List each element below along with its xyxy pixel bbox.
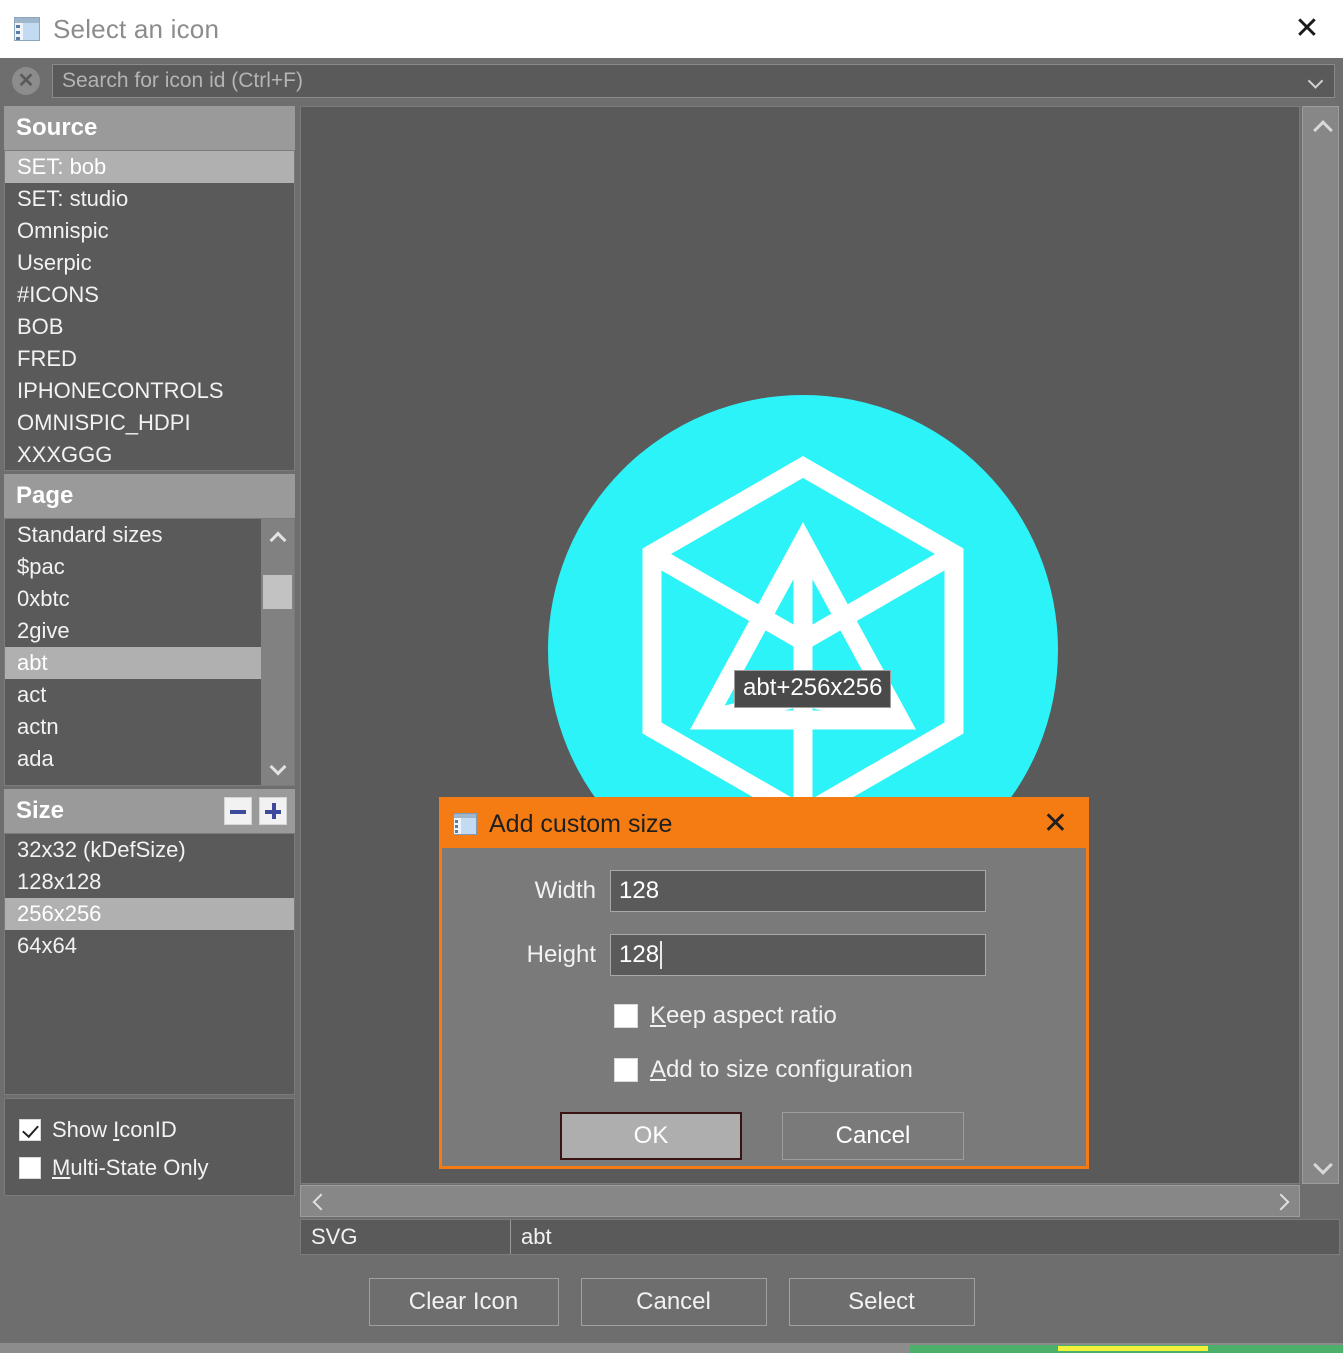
chevron-left-icon[interactable] — [301, 1186, 335, 1216]
page-panel-header: Page — [4, 474, 295, 518]
page-item-3[interactable]: 2give — [5, 615, 261, 647]
clear-icon-button[interactable]: Clear Icon — [368, 1278, 559, 1326]
dialog-cancel-button[interactable]: Cancel — [782, 1112, 964, 1160]
icon-id-label: abt+256x256 — [734, 670, 892, 708]
chevron-right-icon[interactable] — [1265, 1186, 1299, 1216]
height-input[interactable]: 128 — [610, 934, 986, 976]
page-item-1[interactable]: $pac — [5, 551, 261, 583]
source-panel-header: Source — [4, 106, 295, 150]
page-item-5[interactable]: act — [5, 679, 261, 711]
yellow-strip — [1058, 1346, 1208, 1351]
search-placeholder: Search for icon id (Ctrl+F) — [62, 69, 303, 92]
options-panel: Show IconID Multi-State Only — [4, 1098, 295, 1196]
window-bottom-edge — [0, 1343, 1343, 1353]
minus-icon[interactable] — [224, 797, 252, 825]
chevron-up-icon[interactable] — [1303, 107, 1338, 143]
preview-horizontal-scrollbar[interactable] — [300, 1185, 1300, 1217]
add-custom-size-dialog: Add custom size ✕ Width 128 Height 128 K… — [439, 797, 1089, 1169]
checkbox-box[interactable] — [614, 1004, 638, 1028]
left-panel: Source SET: bob SET: studio Omnispic Userpi… — [4, 106, 295, 1250]
size-item-3[interactable]: 64x64 — [5, 930, 294, 962]
source-item-9[interactable]: XXXGGG — [5, 439, 294, 470]
size-panel-header: Size — [4, 789, 295, 833]
source-header-label: Source — [16, 114, 98, 141]
size-item-0[interactable]: 32x32 (kDefSize) — [5, 834, 294, 866]
source-item-3[interactable]: Userpic — [5, 247, 294, 279]
source-list[interactable]: SET: bob SET: studio Omnispic Userpic #ICONS… — [4, 150, 295, 471]
chevron-down-icon[interactable] — [1303, 1147, 1338, 1183]
clear-search-icon[interactable]: ✕ — [12, 67, 40, 95]
page-title: Select an icon — [53, 13, 220, 44]
search-bar: ✕ Search for icon id (Ctrl+F) — [0, 58, 1343, 104]
page-header-label: Page — [16, 482, 74, 509]
close-icon[interactable]: ✕ — [1043, 809, 1068, 839]
multi-state-only-checkbox[interactable]: Multi-State Only — [19, 1149, 294, 1187]
height-value: 128 — [619, 941, 660, 968]
source-item-0[interactable]: SET: bob — [5, 151, 294, 183]
source-item-6[interactable]: FRED — [5, 343, 294, 375]
status-name: abt — [521, 1224, 552, 1249]
add-to-size-configuration-checkbox[interactable]: Add to size configuration — [442, 1056, 1086, 1084]
page-item-6[interactable]: actn — [5, 711, 261, 743]
size-item-2[interactable]: 256x256 — [5, 898, 294, 930]
preview-vertical-scrollbar[interactable] — [1302, 106, 1339, 1184]
checkbox-box[interactable] — [614, 1058, 638, 1082]
icon-picker-window: Select an icon ✕ ✕ Search for icon id (C… — [0, 0, 1343, 1353]
scrollbar-thumb[interactable] — [263, 575, 292, 609]
cancel-button[interactable]: Cancel — [580, 1278, 767, 1326]
multi-state-only-label: Multi-State Only — [52, 1155, 209, 1180]
source-item-2[interactable]: Omnispic — [5, 215, 294, 247]
add-to-size-configuration-label: Add to size configuration — [650, 1056, 913, 1083]
source-item-7[interactable]: IPHONECONTROLS — [5, 375, 294, 407]
chevron-down-icon[interactable] — [1309, 74, 1324, 89]
footer-button-bar: Clear Icon Cancel Select — [0, 1268, 1343, 1336]
source-item-4[interactable]: #ICONS — [5, 279, 294, 311]
page-item-7[interactable]: ada — [5, 743, 261, 775]
height-row: Height 128 — [442, 934, 1086, 976]
width-label: Width — [534, 877, 596, 904]
chevron-up-icon[interactable] — [261, 519, 294, 553]
select-button[interactable]: Select — [788, 1278, 975, 1326]
page-item-2[interactable]: 0xbtc — [5, 583, 261, 615]
page-list-scrollbar[interactable] — [261, 519, 294, 785]
dialog-ok-button[interactable]: OK — [560, 1112, 742, 1160]
status-format: SVG — [301, 1220, 511, 1254]
page-item-0[interactable]: Standard sizes — [5, 519, 261, 551]
dialog-buttons: OK Cancel — [442, 1112, 1086, 1160]
dialog-title: Add custom size — [489, 809, 673, 838]
checkbox-box[interactable] — [19, 1119, 41, 1141]
show-iconid-label: Show IconID — [52, 1117, 177, 1142]
text-caret — [660, 941, 663, 969]
size-header-label: Size — [16, 797, 65, 824]
width-input[interactable]: 128 — [610, 870, 986, 912]
size-item-1[interactable]: 128x128 — [5, 866, 294, 898]
width-row: Width 128 — [442, 870, 1086, 912]
source-item-1[interactable]: SET: studio — [5, 183, 294, 215]
checkbox-box[interactable] — [19, 1157, 41, 1179]
search-input[interactable]: Search for icon id (Ctrl+F) — [52, 64, 1335, 98]
window-form-icon — [453, 813, 477, 835]
source-item-8[interactable]: OMNISPIC_HDPI — [5, 407, 294, 439]
keep-aspect-ratio-checkbox[interactable]: Keep aspect ratio — [442, 1002, 1086, 1030]
plus-icon[interactable] — [259, 797, 287, 825]
page-list[interactable]: Standard sizes $pac 0xbtc 2give abt act actn ad… — [4, 518, 295, 786]
source-item-5[interactable]: BOB — [5, 311, 294, 343]
window-title-bar: Select an icon ✕ — [0, 0, 1343, 58]
page-item-4[interactable]: abt — [5, 647, 261, 679]
status-bar: SVG abt — [300, 1219, 1340, 1255]
window-form-icon — [14, 17, 40, 41]
keep-aspect-ratio-label: Keep aspect ratio — [650, 1002, 837, 1029]
dialog-title-bar: Add custom size ✕ — [442, 800, 1086, 848]
height-label: Height — [526, 941, 596, 968]
chevron-down-icon[interactable] — [261, 751, 294, 785]
show-iconid-checkbox[interactable]: Show IconID — [19, 1111, 294, 1149]
size-list[interactable]: 32x32 (kDefSize) 128x128 256x256 64x64 — [4, 833, 295, 1095]
width-value: 128 — [619, 877, 660, 904]
close-icon[interactable]: ✕ — [1271, 0, 1343, 58]
